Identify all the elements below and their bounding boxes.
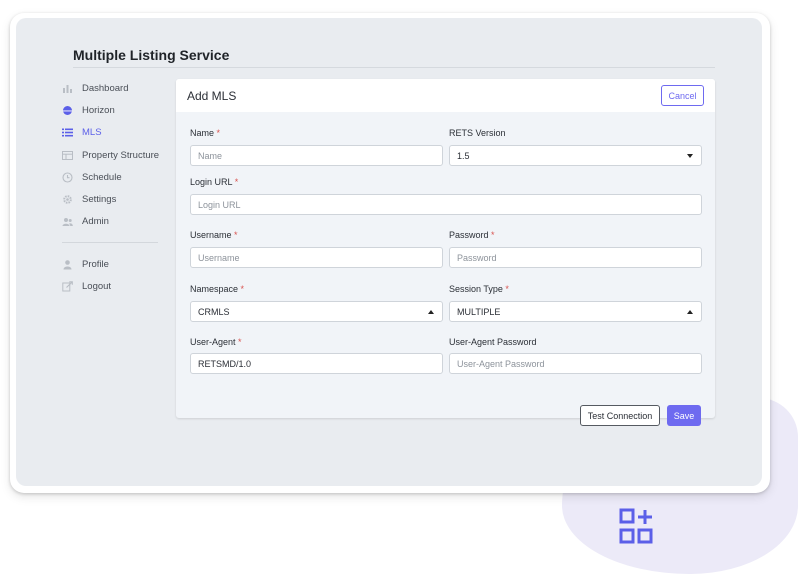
sidebar-item-settings[interactable]: Settings xyxy=(62,188,162,210)
user-agent-label: User-Agent * xyxy=(190,337,242,347)
horizon-icon xyxy=(62,105,73,116)
clock-icon xyxy=(62,172,73,183)
save-button[interactable]: Save xyxy=(667,405,701,426)
user-agent-input[interactable]: RETSMD/1.0 xyxy=(190,353,443,374)
username-input[interactable]: Username xyxy=(190,247,443,268)
sidebar-item-label: Logout xyxy=(82,281,112,293)
namespace-value: CRMLS xyxy=(198,306,230,317)
required-marker: * xyxy=(505,284,509,294)
sidebar-item-label: MLS xyxy=(82,127,102,139)
bar-chart-icon xyxy=(62,83,73,94)
app-screen: Multiple Listing Service Dashboard Horiz… xyxy=(16,18,762,486)
chevron-up-icon xyxy=(428,310,434,314)
sidebar-item-horizon[interactable]: Horizon xyxy=(62,99,162,121)
namespace-label: Namespace * xyxy=(190,284,245,294)
sidebar-divider xyxy=(62,242,158,244)
login-url-input[interactable]: Login URL xyxy=(190,194,702,215)
password-label: Password * xyxy=(449,230,495,240)
name-label: Name * xyxy=(190,128,221,138)
rets-version-label: RETS Version xyxy=(449,128,506,138)
sidebar-item-dashboard[interactable]: Dashboard xyxy=(62,77,162,99)
sidebar-item-profile[interactable]: Profile xyxy=(62,253,162,275)
list-icon xyxy=(62,127,73,138)
title-divider xyxy=(73,67,715,68)
user-icon xyxy=(62,259,73,270)
user-agent-password-label: User-Agent Password xyxy=(449,337,537,347)
test-connection-button[interactable]: Test Connection xyxy=(580,405,660,426)
session-type-label: Session Type * xyxy=(449,284,509,294)
sidebar-item-label: Settings xyxy=(82,194,117,206)
required-marker: * xyxy=(240,284,245,294)
app-window: Multiple Listing Service Dashboard Horiz… xyxy=(10,13,770,493)
sidebar: Dashboard Horizon MLS Property Structure xyxy=(62,77,162,298)
chevron-up-icon xyxy=(687,310,693,314)
sidebar-item-label: Dashboard xyxy=(82,82,129,94)
cancel-button[interactable]: Cancel xyxy=(661,85,704,106)
sidebar-item-logout[interactable]: Logout xyxy=(62,275,162,297)
logout-icon xyxy=(62,281,73,292)
required-marker: * xyxy=(216,128,221,138)
users-icon xyxy=(62,216,73,227)
user-agent-password-input[interactable]: User-Agent Password xyxy=(449,353,702,374)
required-marker: * xyxy=(234,177,239,187)
sidebar-item-label: Profile xyxy=(82,258,109,270)
name-input[interactable]: Name xyxy=(190,145,443,166)
table-icon xyxy=(62,150,73,161)
username-label: Username * xyxy=(190,230,238,240)
rets-version-value: 1.5 xyxy=(457,150,470,161)
session-type-select[interactable]: MULTIPLE xyxy=(449,301,702,322)
required-marker: * xyxy=(238,337,242,347)
sidebar-item-label: Admin xyxy=(82,216,109,228)
chevron-down-icon xyxy=(687,154,693,158)
rets-version-select[interactable]: 1.5 xyxy=(449,145,702,166)
card-header: Add MLS Cancel xyxy=(176,79,715,112)
required-marker: * xyxy=(234,230,238,240)
sidebar-item-label: Horizon xyxy=(82,104,115,116)
required-marker: * xyxy=(491,230,495,240)
namespace-select[interactable]: CRMLS xyxy=(190,301,443,322)
sidebar-item-schedule[interactable]: Schedule xyxy=(62,166,162,188)
gear-icon xyxy=(62,194,73,205)
password-input[interactable]: Password xyxy=(449,247,702,268)
login-url-label: Login URL * xyxy=(190,177,239,187)
page-title: Multiple Listing Service xyxy=(73,47,230,63)
add-widget-icon xyxy=(619,508,653,544)
sidebar-item-mls[interactable]: MLS xyxy=(62,122,162,144)
session-type-value: MULTIPLE xyxy=(457,306,501,317)
add-mls-card: Add MLS Cancel Name * Name RETS Version … xyxy=(176,79,715,426)
sidebar-item-admin[interactable]: Admin xyxy=(62,211,162,233)
sidebar-item-property-structure[interactable]: Property Structure xyxy=(62,144,162,166)
card-title: Add MLS xyxy=(187,89,237,103)
sidebar-item-label: Schedule xyxy=(82,171,122,183)
sidebar-item-label: Property Structure xyxy=(82,149,160,161)
